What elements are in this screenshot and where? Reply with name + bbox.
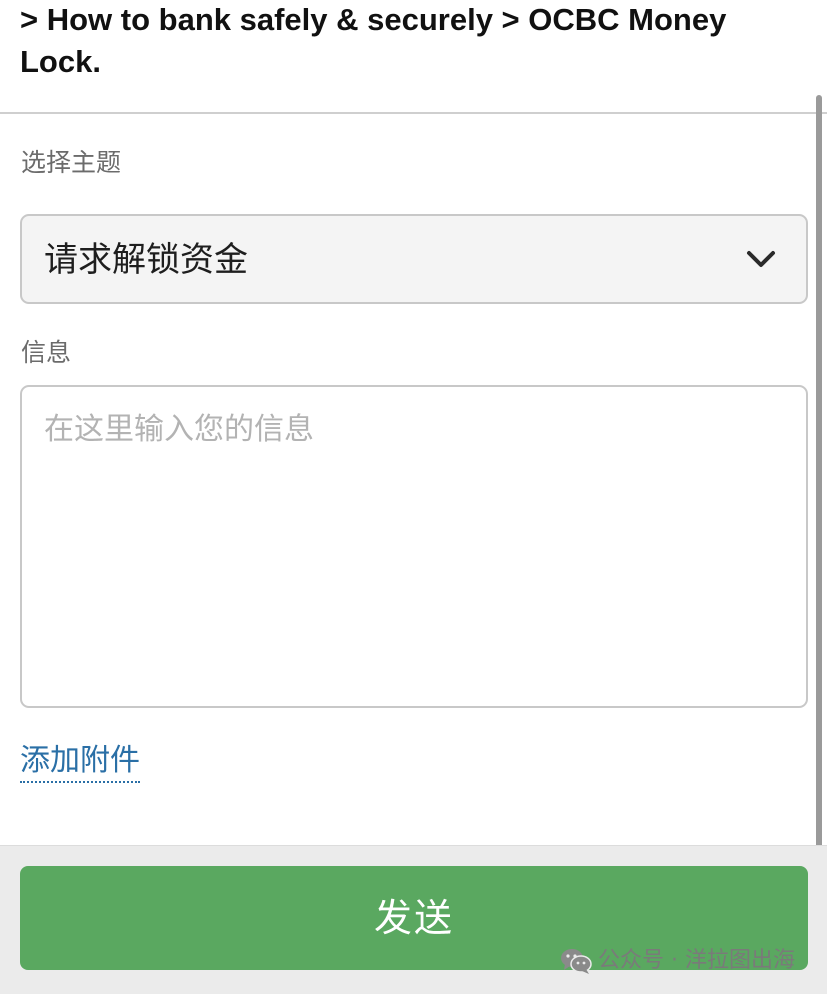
message-textarea[interactable]: 在这里输入您的信息 — [20, 385, 808, 708]
topic-select-value: 请求解锁资金 — [44, 240, 248, 280]
topic-label: 选择主题 — [21, 148, 122, 177]
watermark: 公众号 · 洋拉图出海 — [560, 944, 795, 978]
watermark-text: 公众号 · 洋拉图出海 — [598, 948, 795, 973]
add-attachment-link[interactable]: 添加附件 — [20, 743, 140, 783]
message-label: 信息 — [21, 338, 72, 367]
topic-select[interactable]: 请求解锁资金 — [20, 214, 808, 304]
wechat-icon — [561, 949, 592, 974]
chevron-down-icon — [747, 251, 775, 267]
contact-form-page: > How to bank safely & securely > OCBC M… — [0, 0, 827, 994]
breadcrumb[interactable]: > How to bank safely & securely > OCBC M… — [20, 0, 800, 83]
message-placeholder: 在这里输入您的信息 — [44, 412, 314, 447]
header-divider — [0, 112, 827, 114]
